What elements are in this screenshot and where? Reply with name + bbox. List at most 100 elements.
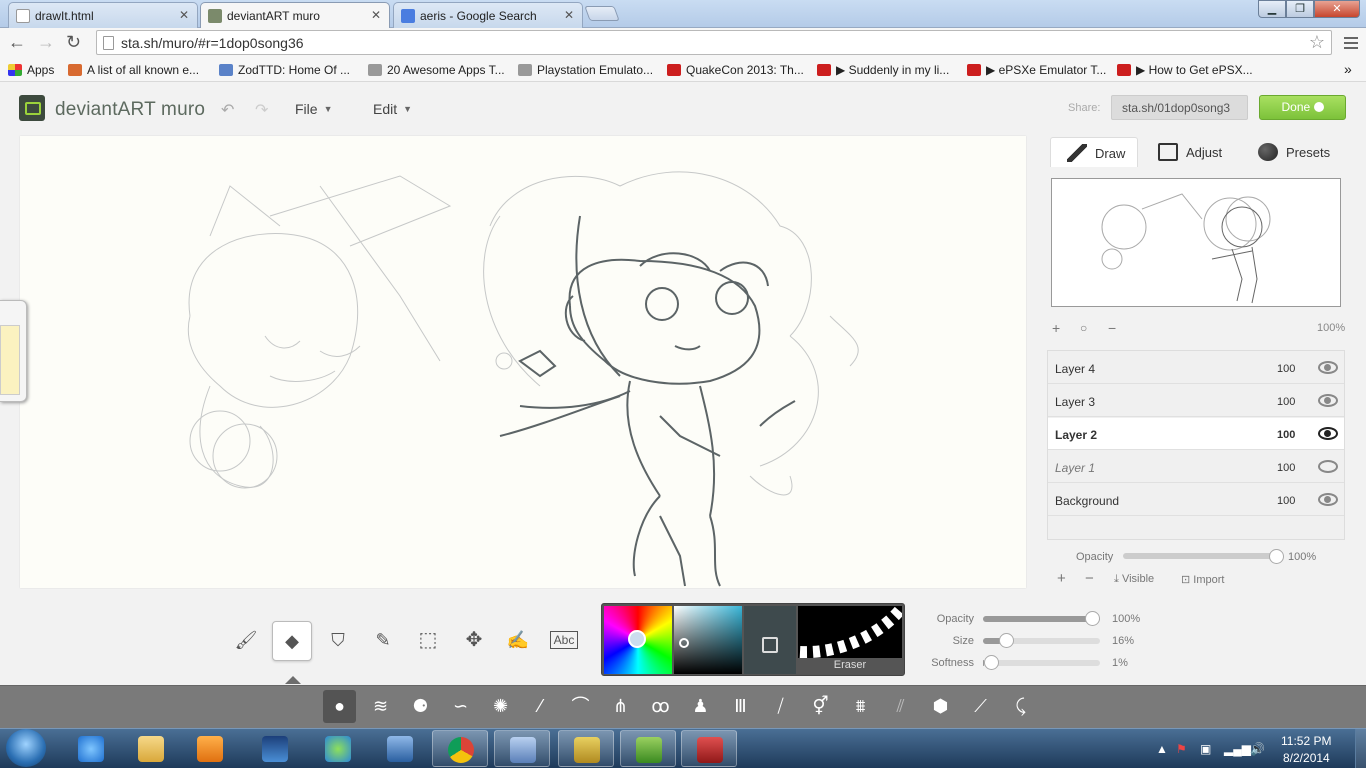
brush-icon[interactable]: ♟	[684, 690, 717, 723]
layer-row-active[interactable]: Layer 2 100	[1048, 418, 1344, 450]
bookmark-star-icon[interactable]: ☆	[1309, 32, 1325, 53]
brush-icon[interactable]: ✺	[484, 690, 517, 723]
3d-app-taskbar-icon[interactable]	[681, 730, 737, 767]
address-bar[interactable]: sta.sh/muro/#r=1dop0song36 ☆	[96, 30, 1332, 55]
volume-icon[interactable]: 🔊	[1250, 742, 1265, 756]
tools-taskbar-icon[interactable]	[558, 730, 614, 767]
zoom-out-icon[interactable]: −	[1108, 320, 1116, 336]
close-window-button[interactable]: ✕	[1314, 0, 1360, 18]
remote-desktop-taskbar-icon[interactable]	[372, 730, 428, 767]
minimize-button[interactable]: ▁	[1258, 0, 1286, 18]
forward-arrow-icon[interactable]: →	[37, 32, 55, 52]
clock-date[interactable]: 8/2/2014	[1283, 751, 1330, 765]
round-brush-icon[interactable]: ●	[323, 690, 356, 723]
brush-icon[interactable]: ⁄	[524, 690, 557, 723]
close-icon[interactable]: ✕	[179, 8, 189, 22]
back-arrow-icon[interactable]: ←	[8, 32, 26, 52]
done-button[interactable]: Done	[1259, 95, 1346, 120]
brush-icon[interactable]: ≋	[364, 690, 397, 723]
screen-app-taskbar-icon[interactable]	[494, 730, 550, 767]
notepad-taskbar-icon[interactable]	[620, 730, 676, 767]
visible-toggle[interactable]: ⤓ Visible	[1114, 573, 1154, 586]
brush-icon[interactable]: ⫽	[884, 690, 917, 723]
remove-layer-icon[interactable]: −	[1085, 570, 1094, 587]
brush-icon[interactable]: ꝏ	[644, 690, 677, 723]
show-desktop-button[interactable]	[1355, 729, 1366, 768]
eye-icon[interactable]	[1318, 427, 1338, 440]
bookmark-item[interactable]: ▶ Suddenly in my li...	[817, 63, 949, 77]
tab-presets[interactable]: Presets	[1242, 137, 1346, 167]
close-icon[interactable]: ✕	[371, 8, 381, 22]
fill-bucket-tool-icon[interactable]: ⛉	[318, 621, 358, 661]
color-handle[interactable]	[679, 638, 689, 648]
messenger-taskbar-icon[interactable]	[310, 730, 366, 767]
hue-handle[interactable]	[628, 630, 646, 648]
chrome-taskbar-icon[interactable]	[432, 730, 488, 767]
device-icon[interactable]: ▣	[1200, 742, 1211, 756]
brush-icon[interactable]: ∽	[444, 690, 477, 723]
eye-icon[interactable]	[1318, 493, 1338, 506]
layer-row[interactable]: Layer 3 100	[1048, 385, 1344, 417]
tab-google-search[interactable]: aeris - Google Search ✕	[393, 2, 583, 28]
brush-icon[interactable]: ⤹	[1004, 690, 1037, 723]
media-player-taskbar-icon[interactable]	[182, 730, 238, 767]
new-tab-button[interactable]	[584, 6, 620, 21]
text-tool-icon[interactable]: Abc	[544, 621, 584, 661]
brush-icon[interactable]: ⟋	[964, 690, 997, 723]
bookmark-apps[interactable]: Apps	[8, 63, 54, 77]
signal-icon[interactable]: ▂▄▆	[1224, 742, 1251, 756]
slider-handle[interactable]	[1085, 611, 1100, 626]
action-center-icon[interactable]: ⚑	[1176, 742, 1187, 756]
slider-handle[interactable]	[984, 655, 1000, 670]
tab-adjust[interactable]: Adjust	[1142, 137, 1242, 167]
eyedropper-tool-icon[interactable]: ✎	[363, 621, 403, 661]
close-icon[interactable]: ✕	[564, 8, 574, 22]
internet-explorer-taskbar-icon[interactable]	[63, 730, 119, 767]
show-hidden-icons-icon[interactable]: ▲	[1156, 742, 1168, 756]
move-tool-icon[interactable]: ✥	[454, 621, 494, 661]
smudge-tool-icon[interactable]: ✍	[498, 621, 538, 661]
selection-tool-icon[interactable]: ⬚	[408, 621, 448, 661]
brush-icon[interactable]: Ⅲ	[724, 690, 757, 723]
eye-closed-icon[interactable]	[1318, 460, 1338, 473]
undo-icon[interactable]: ↶	[221, 100, 234, 120]
file-explorer-taskbar-icon[interactable]	[123, 730, 179, 767]
share-link-field[interactable]: sta.sh/01dop0song3	[1111, 95, 1248, 120]
maximize-button[interactable]: ❐	[1286, 0, 1314, 18]
clock-time[interactable]: 11:52 PM	[1281, 734, 1331, 748]
zoom-reset-icon[interactable]: ○	[1080, 321, 1087, 335]
bookmark-item[interactable]: A list of all known e...	[68, 63, 199, 77]
more-bookmarks-chevron[interactable]: »	[1344, 61, 1352, 77]
add-layer-icon[interactable]: +	[1057, 570, 1066, 587]
pen-input-widget[interactable]	[0, 300, 27, 402]
bookmark-item[interactable]: QuakeCon 2013: Th...	[667, 63, 804, 77]
reload-icon[interactable]: ↻	[66, 32, 81, 52]
zoom-in-icon[interactable]: +	[1052, 320, 1060, 336]
canvas-preview[interactable]	[1051, 178, 1341, 307]
swap-color-icon[interactable]	[762, 637, 778, 653]
brush-icon[interactable]: ⬢	[924, 690, 957, 723]
brush-icon[interactable]: ⚈	[404, 690, 437, 723]
bookmark-item[interactable]: ▶ How to Get ePSX...	[1117, 63, 1253, 77]
bookmark-item[interactable]: ▶ ePSXe Emulator T...	[967, 63, 1106, 77]
edit-menu[interactable]: Edit ▼	[373, 101, 412, 117]
file-menu[interactable]: File ▼	[295, 101, 332, 117]
redo-icon[interactable]: ↷	[255, 100, 268, 120]
slider-handle[interactable]	[999, 633, 1015, 648]
layer-row-hidden[interactable]: Layer 1 100	[1048, 451, 1344, 483]
tab-drawit[interactable]: drawIt.html ✕	[8, 2, 198, 28]
brush-icon[interactable]: ⩩	[844, 690, 877, 723]
layer-row[interactable]: Layer 4 100	[1048, 352, 1344, 384]
slider-handle[interactable]	[1269, 549, 1284, 564]
brush-icon[interactable]: ⋔	[604, 690, 637, 723]
bookmark-item[interactable]: ZodTTD: Home Of ...	[219, 63, 350, 77]
start-button[interactable]	[6, 729, 46, 767]
drawing-canvas[interactable]	[20, 136, 1026, 588]
import-button[interactable]: ⊡ Import	[1181, 573, 1224, 586]
bookmark-item[interactable]: Playstation Emulato...	[518, 63, 653, 77]
layer-opacity-slider[interactable]	[1123, 553, 1276, 559]
opacity-slider[interactable]	[983, 616, 1100, 622]
layer-row-background[interactable]: Background 100	[1048, 484, 1344, 516]
tab-draw[interactable]: Draw	[1050, 137, 1138, 167]
softness-slider[interactable]	[983, 660, 1100, 666]
